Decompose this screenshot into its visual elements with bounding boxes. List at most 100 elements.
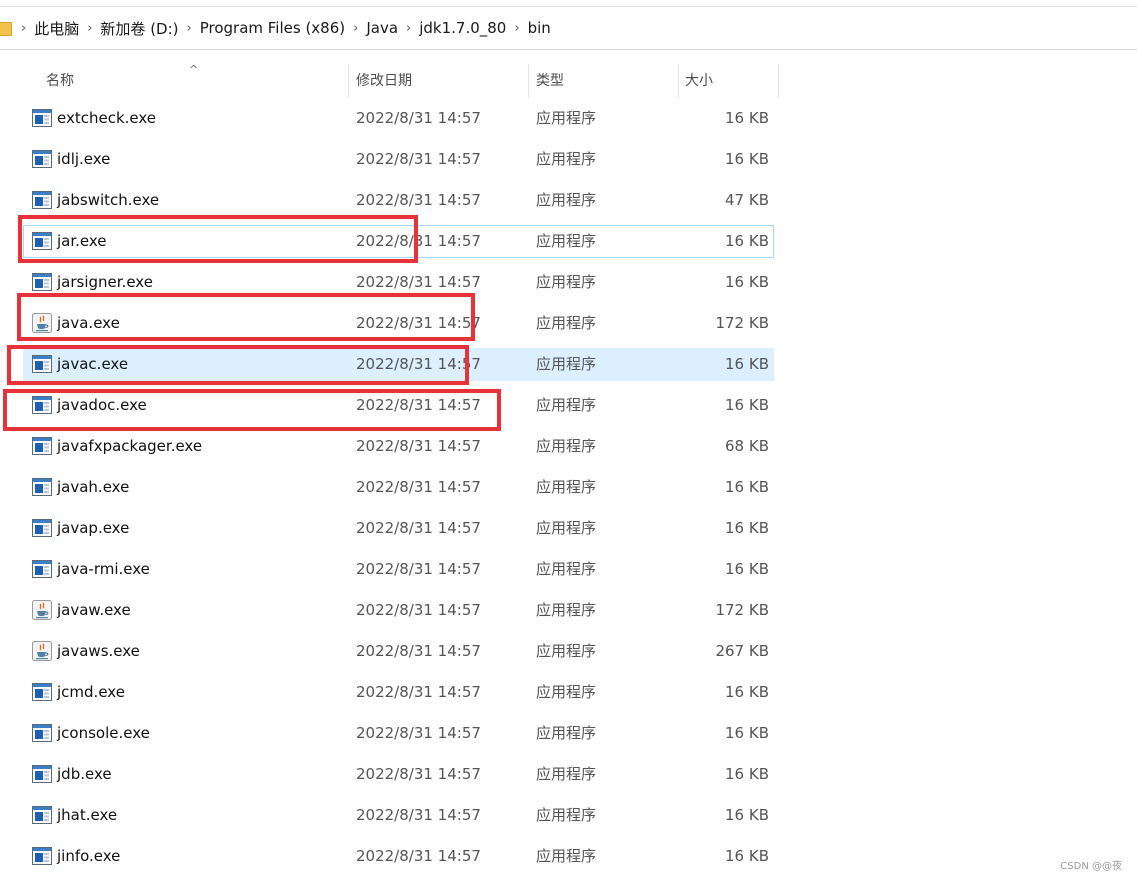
file-row[interactable]: jhat.exe 2022/8/31 14:57 应用程序 16 KB [0, 795, 780, 836]
file-modified-date: 2022/8/31 14:57 [356, 437, 481, 455]
file-size: 16 KB [725, 765, 769, 783]
file-name: javadoc.exe [57, 396, 147, 414]
file-size-cell: 16 KB [680, 262, 769, 303]
file-size-cell: 16 KB [680, 467, 769, 508]
file-type: 应用程序 [536, 150, 597, 168]
file-type: 应用程序 [536, 642, 597, 660]
file-name: javac.exe [57, 355, 129, 373]
file-name: javah.exe [57, 478, 130, 496]
file-name: java-rmi.exe [57, 560, 150, 578]
file-type: 应用程序 [536, 560, 597, 578]
file-modified-date: 2022/8/31 14:57 [356, 396, 481, 414]
file-size-cell: 16 KB [680, 139, 769, 180]
java-icon [32, 641, 52, 661]
breadcrumb-item[interactable]: jdk1.7.0_80 [414, 19, 511, 37]
file-name: javafxpackager.exe [57, 437, 203, 455]
file-size: 267 KB [715, 642, 769, 660]
file-row[interactable]: jdb.exe 2022/8/31 14:57 应用程序 16 KB [0, 754, 780, 795]
column-divider[interactable] [348, 64, 349, 98]
breadcrumb-item[interactable]: 新加卷 (D:) [95, 18, 183, 39]
exe-icon [32, 519, 52, 537]
java-icon [32, 313, 52, 333]
file-type: 应用程序 [536, 847, 597, 865]
file-name: jar.exe [57, 232, 107, 250]
file-row[interactable]: javaws.exe 2022/8/31 14:57 应用程序 267 KB [0, 631, 780, 672]
file-type: 应用程序 [536, 314, 597, 332]
chevron-right-icon[interactable]: › [511, 21, 522, 36]
file-size: 16 KB [725, 396, 769, 414]
file-size-cell: 16 KB [680, 549, 769, 590]
file-type: 应用程序 [536, 724, 597, 742]
file-modified-date: 2022/8/31 14:57 [356, 273, 481, 291]
file-modified-date: 2022/8/31 14:57 [356, 355, 481, 373]
file-name: javaw.exe [57, 601, 131, 619]
file-name: java.exe [57, 314, 120, 332]
file-row[interactable]: jcmd.exe 2022/8/31 14:57 应用程序 16 KB [0, 672, 780, 713]
folder-icon [0, 21, 12, 36]
file-size: 16 KB [725, 724, 769, 742]
file-size-cell: 16 KB [680, 795, 769, 836]
column-header-date[interactable]: 修改日期 [356, 64, 412, 98]
file-list: extcheck.exe 2022/8/31 14:57 应用程序 16 KB idlj… [0, 98, 780, 877]
file-row[interactable]: jinfo.exe 2022/8/31 14:57 应用程序 16 KB [0, 836, 780, 877]
file-size: 16 KB [725, 806, 769, 824]
exe-icon [32, 355, 52, 373]
file-row[interactable]: idlj.exe 2022/8/31 14:57 应用程序 16 KB [0, 139, 780, 180]
file-row[interactable]: extcheck.exe 2022/8/31 14:57 应用程序 16 KB [0, 98, 780, 139]
chevron-right-icon[interactable]: › [403, 21, 414, 36]
file-row[interactable]: java-rmi.exe 2022/8/31 14:57 应用程序 16 KB [0, 549, 780, 590]
file-name: javaws.exe [57, 642, 140, 660]
chevron-right-icon[interactable]: › [84, 21, 95, 36]
breadcrumb-item[interactable]: 此电脑 [29, 18, 84, 39]
file-row[interactable]: jar.exe 2022/8/31 14:57 应用程序 16 KB [0, 221, 780, 262]
file-size-cell: 16 KB [680, 836, 769, 877]
breadcrumb-item[interactable]: Java [361, 19, 403, 37]
chevron-right-icon[interactable]: › [18, 21, 29, 36]
watermark: CSDN @@夜 [1060, 861, 1122, 872]
exe-icon [32, 437, 52, 455]
breadcrumb-item[interactable]: Program Files (x86) [195, 19, 350, 37]
address-bar[interactable]: › 此电脑 › 新加卷 (D:) › Program Files (x86) › Java › j… [0, 7, 1137, 50]
file-type: 应用程序 [536, 806, 597, 824]
file-row[interactable]: javap.exe 2022/8/31 14:57 应用程序 16 KB [0, 508, 780, 549]
file-size: 172 KB [715, 601, 769, 619]
exe-icon [32, 847, 52, 865]
file-row[interactable]: javafxpackager.exe 2022/8/31 14:57 应用程序 68 … [0, 426, 780, 467]
column-header-name[interactable]: 名称 [46, 64, 74, 98]
file-size: 16 KB [725, 519, 769, 537]
column-header-size[interactable]: 大小 [685, 64, 713, 98]
file-row[interactable]: jarsigner.exe 2022/8/31 14:57 应用程序 16 KB [0, 262, 780, 303]
file-size-cell: 267 KB [680, 631, 769, 672]
chevron-right-icon[interactable]: › [184, 21, 195, 36]
column-header-type[interactable]: 类型 [536, 64, 564, 98]
file-type: 应用程序 [536, 683, 597, 701]
file-size-cell: 16 KB [680, 508, 769, 549]
file-row[interactable]: java.exe 2022/8/31 14:57 应用程序 172 KB [0, 303, 780, 344]
file-row[interactable]: javah.exe 2022/8/31 14:57 应用程序 16 KB [0, 467, 780, 508]
breadcrumb-item[interactable]: bin [523, 19, 556, 37]
file-size: 16 KB [725, 560, 769, 578]
file-name: jabswitch.exe [57, 191, 160, 209]
file-size: 16 KB [725, 355, 769, 373]
file-row[interactable]: jabswitch.exe 2022/8/31 14:57 应用程序 47 KB [0, 180, 780, 221]
file-size-cell: 16 KB [680, 98, 769, 139]
file-modified-date: 2022/8/31 14:57 [356, 519, 481, 537]
exe-icon [32, 478, 52, 496]
file-row[interactable]: javadoc.exe 2022/8/31 14:57 应用程序 16 KB [0, 385, 780, 426]
file-size-cell: 16 KB [680, 713, 769, 754]
file-modified-date: 2022/8/31 14:57 [356, 683, 481, 701]
file-name: jarsigner.exe [57, 273, 153, 291]
column-divider[interactable] [528, 64, 529, 98]
file-modified-date: 2022/8/31 14:57 [356, 314, 481, 332]
file-row[interactable]: jconsole.exe 2022/8/31 14:57 应用程序 16 KB [0, 713, 780, 754]
file-name: jdb.exe [57, 765, 112, 783]
file-row[interactable]: javac.exe 2022/8/31 14:57 应用程序 16 KB [0, 344, 780, 385]
file-size-cell: 68 KB [680, 426, 769, 467]
column-divider[interactable] [678, 64, 679, 98]
chevron-right-icon[interactable]: › [350, 21, 361, 36]
file-type: 应用程序 [536, 437, 597, 455]
file-name: idlj.exe [57, 150, 111, 168]
column-divider[interactable] [778, 64, 779, 98]
file-size: 16 KB [725, 478, 769, 496]
file-row[interactable]: javaw.exe 2022/8/31 14:57 应用程序 172 KB [0, 590, 780, 631]
